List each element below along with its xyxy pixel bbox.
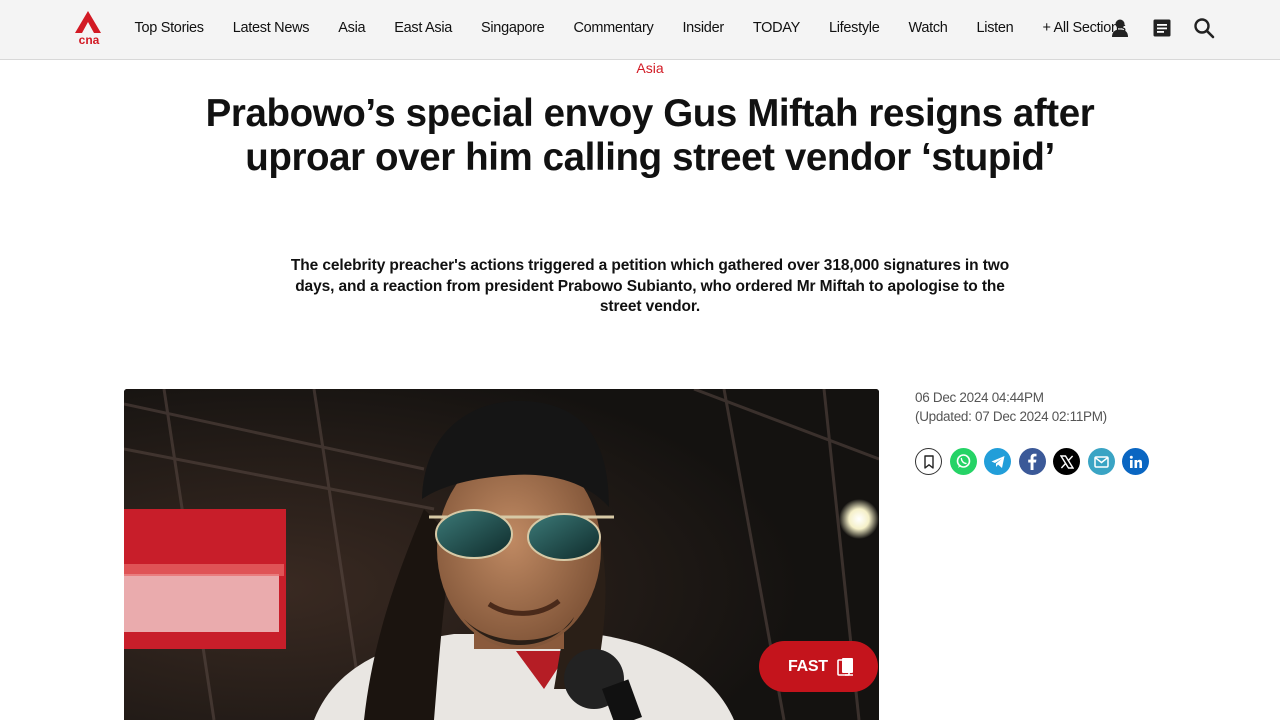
nav-item-east-asia[interactable]: East Asia xyxy=(380,0,467,56)
article-summary: The celebrity preacher's actions trigger… xyxy=(290,257,1010,315)
fast-button[interactable]: FAST xyxy=(759,641,878,692)
nav-item-today[interactable]: TODAY xyxy=(738,0,814,56)
article-title: Prabowo’s special envoy Gus Miftah resig… xyxy=(205,92,1095,179)
stacked-pages-icon xyxy=(836,657,853,676)
nav-item-commentary[interactable]: Commentary xyxy=(559,0,668,56)
share-bar xyxy=(915,448,1157,475)
published-date: 06 Dec 2024 04:44PM xyxy=(915,390,1044,405)
nav-item-top-stories[interactable]: Top Stories xyxy=(120,0,218,56)
facebook-icon[interactable] xyxy=(1018,448,1046,475)
linkedin-icon[interactable] xyxy=(1122,448,1149,475)
telegram-icon[interactable] xyxy=(984,448,1011,475)
nav-item-insider[interactable]: Insider xyxy=(668,0,738,56)
user-icon[interactable] xyxy=(1108,16,1132,40)
main-nav: Top Stories Latest News Asia East Asia S… xyxy=(120,0,1140,56)
section-label[interactable]: Asia xyxy=(0,59,1280,77)
nav-item-listen[interactable]: Listen xyxy=(962,0,1028,56)
nav-item-lifestyle[interactable]: Lifestyle xyxy=(814,0,894,56)
nav-item-singapore[interactable]: Singapore xyxy=(467,0,559,56)
logo-text: cna xyxy=(78,33,100,47)
site-header: cna Top Stories Latest News Asia East As… xyxy=(0,0,1280,60)
fast-label: FAST xyxy=(788,657,828,675)
cna-logo[interactable]: cna xyxy=(74,11,104,47)
article-meta: 06 Dec 2024 04:44PM (Updated: 07 Dec 202… xyxy=(915,389,1215,426)
reader-list-icon[interactable] xyxy=(1150,16,1174,40)
search-icon[interactable] xyxy=(1192,16,1216,40)
nav-item-watch[interactable]: Watch xyxy=(894,0,962,56)
email-icon[interactable] xyxy=(1087,448,1115,475)
x-icon[interactable] xyxy=(1053,448,1080,475)
bookmark-icon[interactable] xyxy=(915,448,942,475)
nav-item-latest-news[interactable]: Latest News xyxy=(218,0,324,56)
cna-logo-mark-icon xyxy=(75,11,101,33)
updated-date: (Updated: 07 Dec 2024 02:11PM) xyxy=(915,408,1107,424)
whatsapp-icon[interactable] xyxy=(949,448,977,475)
nav-item-asia[interactable]: Asia xyxy=(324,0,380,56)
